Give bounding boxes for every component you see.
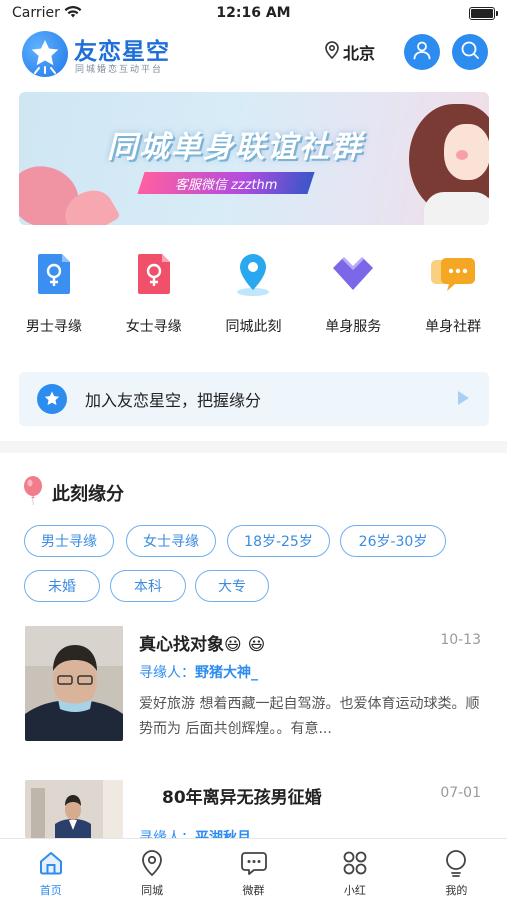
chat-bubbles-icon — [429, 250, 477, 298]
nav-label: 单身社群 — [425, 319, 482, 335]
promo-banner[interactable]: 同城单身联谊社群 客服微信 zzzthm — [19, 92, 489, 225]
tag-college[interactable]: 大专 — [195, 570, 269, 602]
post-title: 真心找对象😃 😃 — [139, 635, 266, 655]
app-logo-icon — [22, 31, 68, 77]
tab-profile[interactable]: 我的 — [406, 839, 507, 900]
app-subtitle: 同城婚恋互动平台 — [75, 65, 164, 75]
post-title: 80年离异无孩男征婚 — [162, 788, 322, 808]
nav-label: 同城此刻 — [225, 319, 282, 335]
banner-title: 同城单身联谊社群 — [107, 130, 363, 165]
app-name: 友恋星空 — [74, 39, 170, 65]
tag-age-26-30[interactable]: 26岁-30岁 — [340, 525, 446, 557]
nav-label: 男士寻缘 — [25, 319, 82, 335]
diamond-heart-icon — [329, 250, 377, 298]
tag-bachelor[interactable]: 本科 — [110, 570, 186, 602]
post-date: 10-13 — [440, 632, 481, 648]
nav-item-nearby[interactable]: 同城此刻 — [204, 250, 304, 345]
tab-label: 小红 — [343, 884, 366, 897]
banner-ribbon: 客服微信 zzzthm — [137, 172, 315, 194]
banner-illustration-shirt — [424, 192, 489, 225]
female-icon — [130, 250, 178, 298]
tab-label: 同城 — [141, 884, 164, 897]
tab-label: 首页 — [39, 884, 62, 897]
section-header: 此刻缘分 — [22, 476, 124, 510]
location-icon — [137, 848, 167, 878]
post-description: 爱好旅游 想着西藏一起自驾游。也爱体育运动球类。顺势而为 后面共创辉煌。。有意.… — [139, 696, 480, 737]
user-button[interactable] — [404, 34, 440, 70]
tab-home[interactable]: 首页 — [0, 839, 101, 900]
section-divider — [0, 441, 507, 453]
status-bar: Carrier 12:16 AM — [0, 0, 507, 28]
tag-female[interactable]: 女士寻缘 — [126, 525, 216, 557]
app-header: 友恋星空 同城婚恋互动平台 北京 — [0, 28, 507, 82]
tag-age-18-25[interactable]: 18岁-25岁 — [227, 525, 330, 557]
nav-item-male[interactable]: 男士寻缘 — [4, 250, 104, 345]
grid-icon — [340, 848, 370, 878]
tab-groups[interactable]: 微群 — [203, 839, 304, 900]
tab-xiaohong[interactable]: 小红 — [304, 839, 405, 900]
tab-label: 我的 — [445, 884, 468, 897]
location-pin-icon — [325, 41, 339, 63]
city-label: 北京 — [343, 44, 376, 63]
chat-icon — [239, 848, 269, 878]
post-photo — [25, 626, 123, 741]
male-icon — [30, 250, 78, 298]
nav-item-group[interactable]: 单身社群 — [403, 250, 503, 345]
category-nav: 男士寻缘 女士寻缘 同城此刻 单身服务 单身社群 — [0, 250, 507, 345]
bottom-tab-bar: 首页 同城 微群 小红 我的 — [0, 838, 507, 900]
balloon-icon — [22, 476, 44, 510]
join-text: 加入友恋星空，把握缘分 — [85, 391, 262, 410]
home-icon — [36, 848, 66, 878]
star-icon — [37, 384, 67, 414]
join-banner[interactable]: 加入友恋星空，把握缘分 — [19, 372, 489, 426]
user-icon — [412, 40, 432, 64]
post-photo — [25, 780, 123, 838]
tag-male[interactable]: 男士寻缘 — [24, 525, 114, 557]
battery-icon — [469, 7, 498, 20]
banner-ribbon-text: 客服微信 zzzthm — [174, 177, 278, 193]
section-title: 此刻缘分 — [52, 484, 124, 505]
search-button[interactable] — [452, 34, 488, 70]
play-arrow-icon — [458, 391, 469, 405]
author-label: 寻缘人： — [139, 665, 195, 681]
clock: 12:16 AM — [216, 5, 291, 21]
search-icon — [460, 40, 480, 64]
city-selector[interactable]: 北京 — [325, 40, 375, 64]
post-author: 寻缘人：野猪大神_ — [139, 662, 258, 682]
author-name[interactable]: 野猪大神_ — [195, 665, 258, 681]
banner-illustration-cheek — [456, 150, 468, 160]
nav-item-service[interactable]: 单身服务 — [303, 250, 403, 345]
profile-icon — [441, 848, 471, 878]
location-pin-icon — [229, 250, 277, 298]
nav-label: 单身服务 — [325, 319, 382, 335]
tab-label: 微群 — [242, 884, 265, 897]
tab-nearby[interactable]: 同城 — [101, 839, 202, 900]
tag-unmarried[interactable]: 未婚 — [24, 570, 100, 602]
nav-item-female[interactable]: 女士寻缘 — [104, 250, 204, 345]
post-date: 07-01 — [440, 785, 481, 801]
nav-label: 女士寻缘 — [125, 319, 182, 335]
